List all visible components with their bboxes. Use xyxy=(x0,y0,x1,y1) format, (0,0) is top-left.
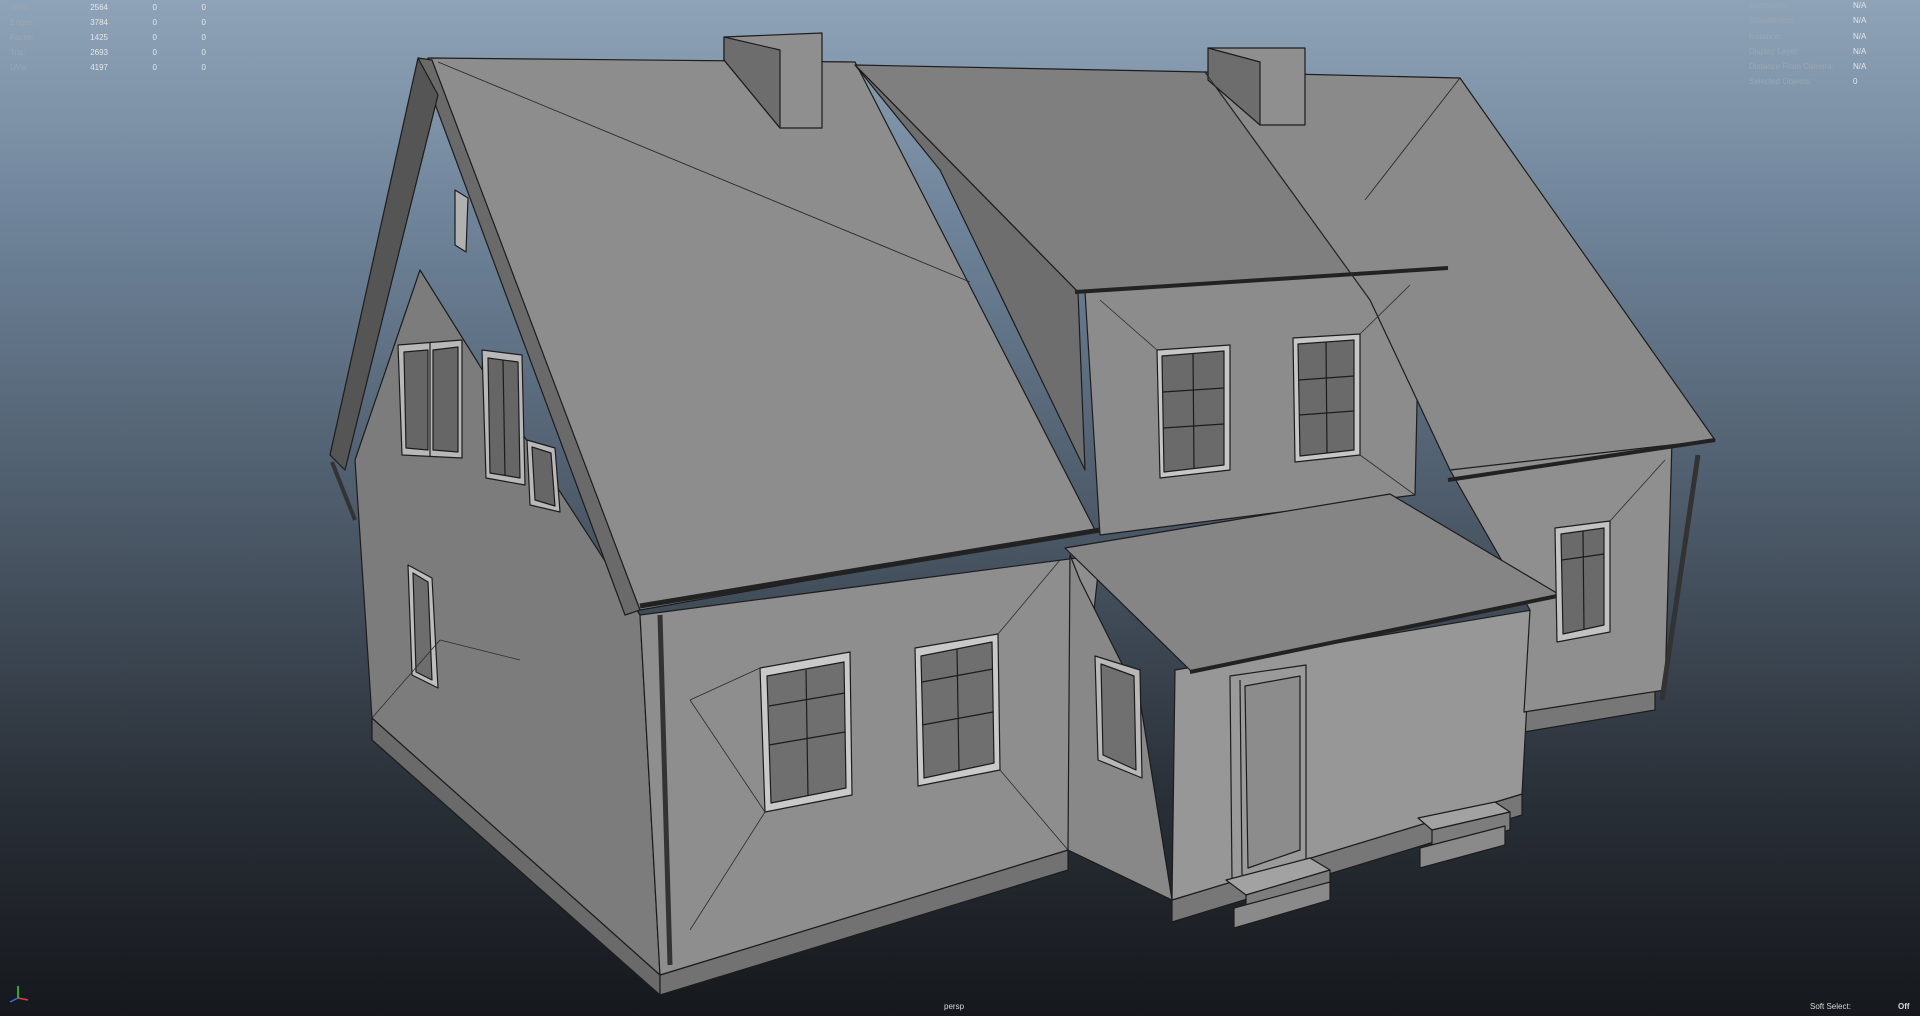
poly-count-selected-alt: 0 xyxy=(201,3,206,12)
object-detail-row: Instance: N/A xyxy=(1749,29,1866,44)
poly-count-row: Tris: 2693 0 0 xyxy=(10,45,206,60)
object-detail-label: Instance: xyxy=(1749,31,1782,41)
window-dormer-2 xyxy=(1292,333,1361,463)
view-axis-icon xyxy=(9,986,29,1003)
soft-select-value: Off xyxy=(1898,1002,1910,1011)
poly-count-selected: 0 xyxy=(152,48,157,57)
soft-select-status[interactable]: Soft Select: Off xyxy=(1810,1002,1910,1011)
heads-up-object-details: Backfaces: N/A Smoothness: N/A Instance: N/A D… xyxy=(1749,0,1866,90)
poly-count-value: 2564 xyxy=(90,3,108,12)
poly-count-selected-alt: 0 xyxy=(201,18,206,27)
downpipe-gable xyxy=(330,461,357,521)
object-detail-label: Selected Objects: xyxy=(1749,77,1812,87)
poly-count-value: 2693 xyxy=(90,48,108,57)
house-model[interactable] xyxy=(329,32,1716,996)
window-dormer-1 xyxy=(1156,344,1231,479)
poly-count-label: Edges: xyxy=(10,18,35,27)
viewport-scene[interactable] xyxy=(0,0,1920,1016)
heads-up-poly-count: Verts: 2564 0 0 Edges: 3784 0 0 Faces: 1425 0 0 Tris… xyxy=(10,0,206,75)
poly-count-label: Faces: xyxy=(10,33,35,42)
poly-count-selected-alt: 0 xyxy=(201,33,206,42)
poly-count-selected: 0 xyxy=(152,3,157,12)
object-detail-value: N/A xyxy=(1853,31,1867,41)
object-detail-value: N/A xyxy=(1853,62,1867,72)
window-right-wing xyxy=(1554,520,1611,643)
poly-count-row: Verts: 2564 0 0 xyxy=(10,0,206,15)
object-detail-label: Smoothness: xyxy=(1749,16,1796,26)
object-detail-row: Smoothness: N/A xyxy=(1749,13,1866,28)
poly-count-value: 4197 xyxy=(90,63,108,72)
window-dormer-side xyxy=(1094,655,1143,779)
object-detail-label: Display Layer: xyxy=(1749,46,1800,56)
poly-count-row: Faces: 1425 0 0 xyxy=(10,30,206,45)
object-detail-value: N/A xyxy=(1853,16,1867,26)
object-detail-value: N/A xyxy=(1853,46,1867,56)
window-gable-3 xyxy=(526,439,561,513)
poly-count-row: UVs: 4197 0 0 xyxy=(10,60,206,75)
poly-count-selected: 0 xyxy=(152,33,157,42)
object-detail-value: N/A xyxy=(1853,1,1867,10)
window-gable-2 xyxy=(481,349,526,486)
poly-count-value: 3784 xyxy=(90,18,108,27)
poly-count-value: 1425 xyxy=(90,33,108,42)
axis-z-line xyxy=(9,997,19,1003)
object-detail-row: Distance From Camera: N/A xyxy=(1749,59,1866,74)
poly-count-selected: 0 xyxy=(152,63,157,72)
poly-count-label: Tris: xyxy=(10,48,26,57)
poly-count-label: Verts: xyxy=(10,3,31,12)
window-gable-small xyxy=(454,189,469,253)
object-detail-label: Distance From Camera: xyxy=(1749,62,1834,72)
front-door xyxy=(1229,664,1307,881)
wall-dormer-front xyxy=(1084,267,1421,536)
object-detail-row: Backfaces: N/A xyxy=(1749,0,1866,13)
object-detail-value: 0 xyxy=(1853,77,1858,87)
window-front-1 xyxy=(759,651,853,813)
object-detail-label: Backfaces: xyxy=(1749,1,1789,10)
poly-count-label: UVs: xyxy=(10,63,28,72)
window-front-2 xyxy=(914,633,1001,787)
soft-select-label: Soft Select: xyxy=(1810,1002,1851,1011)
window-gable-1 xyxy=(397,339,463,459)
object-detail-row: Display Layer: N/A xyxy=(1749,44,1866,59)
camera-name: persp xyxy=(944,1002,965,1011)
object-detail-row: Selected Objects: 0 xyxy=(1749,74,1857,89)
poly-count-row: Edges: 3784 0 0 xyxy=(10,15,206,30)
poly-count-selected-alt: 0 xyxy=(201,63,206,72)
poly-count-selected-alt: 0 xyxy=(201,48,206,57)
poly-count-selected: 0 xyxy=(152,18,157,27)
axis-x-line xyxy=(17,997,29,1001)
